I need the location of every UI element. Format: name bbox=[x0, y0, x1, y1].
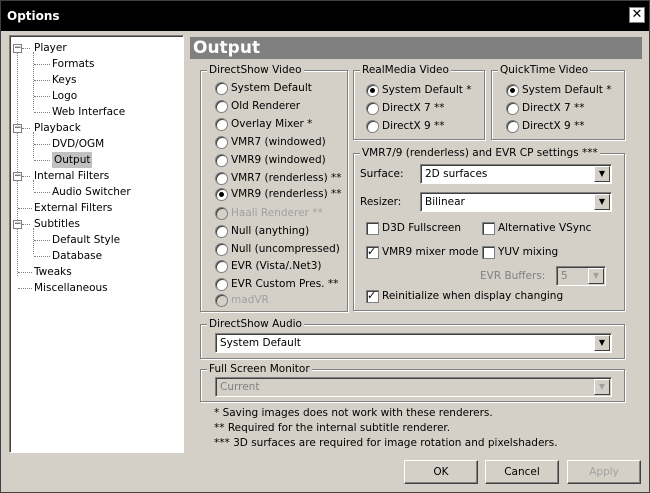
radio-evr[interactable]: EVR (Vista/.Net3) bbox=[213, 259, 322, 273]
radio-vmr7-renderless[interactable]: VMR7 (renderless) ** bbox=[213, 171, 342, 185]
alternative-vsync-checkbox[interactable]: Alternative VSync bbox=[480, 221, 591, 235]
fullscreen-monitor-group: Full Screen Monitor Current ▼ bbox=[200, 363, 625, 402]
resizer-value: Bilinear bbox=[425, 196, 465, 208]
tree-item-subtitles[interactable]: Subtitles bbox=[34, 216, 80, 232]
tree-item-playback[interactable]: Playback bbox=[34, 120, 81, 136]
radio-vmr9-renderless[interactable]: VMR9 (renderless) ** bbox=[213, 187, 342, 201]
vmr9-mixer-mode-checkbox[interactable]: VMR9 mixer mode bbox=[364, 245, 478, 259]
monitor-value: Current bbox=[220, 381, 260, 393]
realmedia-video-group: RealMedia Video System Default * DirectX… bbox=[353, 64, 485, 140]
surface-value: 2D surfaces bbox=[425, 168, 488, 180]
radio-madvr: madVR bbox=[213, 293, 269, 307]
radio-rm-directx7[interactable]: DirectX 7 ** bbox=[364, 101, 445, 115]
group-label: Full Screen Monitor bbox=[207, 363, 312, 375]
radio-overlay-mixer[interactable]: Overlay Mixer * bbox=[213, 117, 312, 131]
audio-renderer-dropdown[interactable]: System Default ▼ bbox=[215, 333, 612, 353]
radio-qt-directx7[interactable]: DirectX 7 ** bbox=[504, 101, 585, 115]
radio-old-renderer[interactable]: Old Renderer bbox=[213, 99, 300, 113]
surface-label: Surface: bbox=[360, 168, 404, 180]
tree-item-output[interactable]: Output bbox=[52, 152, 93, 168]
evr-buffers-label: EVR Buffers: bbox=[480, 270, 546, 282]
evr-buffers-dropdown: 5 ▼ bbox=[556, 266, 606, 286]
tree-item-audio-switcher[interactable]: Audio Switcher bbox=[52, 184, 131, 200]
tree-item-default-style[interactable]: Default Style bbox=[52, 232, 120, 248]
group-label: DirectShow Audio bbox=[207, 318, 304, 330]
collapse-icon[interactable]: − bbox=[13, 44, 22, 53]
ok-button[interactable]: OK bbox=[404, 460, 478, 484]
radio-haali-renderer: Haali Renderer ** bbox=[213, 206, 323, 220]
radio-qt-system-default[interactable]: System Default * bbox=[504, 83, 611, 97]
radio-null-anything[interactable]: Null (anything) bbox=[213, 224, 309, 238]
options-tree[interactable]: − Player Formats Keys Logo Web Interface… bbox=[9, 35, 184, 453]
collapse-icon[interactable]: − bbox=[13, 124, 22, 133]
reinitialize-checkbox[interactable]: Reinitialize when display changing bbox=[364, 289, 563, 303]
note-saving-images: * Saving images does not work with these… bbox=[214, 407, 493, 419]
tree-item-player[interactable]: Player bbox=[34, 40, 67, 56]
yuv-mixing-checkbox[interactable]: YUV mixing bbox=[480, 245, 558, 259]
d3d-fullscreen-checkbox[interactable]: D3D Fullscreen bbox=[364, 221, 461, 235]
tree-item-dvd-ogm[interactable]: DVD/OGM bbox=[52, 136, 104, 152]
collapse-icon[interactable]: − bbox=[13, 172, 22, 181]
resizer-dropdown[interactable]: Bilinear ▼ bbox=[420, 192, 612, 212]
audio-renderer-value: System Default bbox=[220, 337, 301, 349]
chevron-down-icon: ▼ bbox=[588, 268, 604, 284]
radio-vmr9-windowed[interactable]: VMR9 (windowed) bbox=[213, 153, 326, 167]
note-subtitle-renderer: ** Required for the internal subtitle re… bbox=[214, 422, 451, 434]
tree-item-logo[interactable]: Logo bbox=[52, 88, 77, 104]
note-3d-surfaces: *** 3D surfaces are required for image r… bbox=[214, 437, 558, 449]
quicktime-video-group: QuickTime Video System Default * DirectX… bbox=[491, 64, 625, 140]
resizer-label: Resizer: bbox=[360, 196, 402, 208]
evr-buffers-value: 5 bbox=[561, 270, 568, 282]
tree-item-web-interface[interactable]: Web Interface bbox=[52, 104, 125, 120]
radio-vmr7-windowed[interactable]: VMR7 (windowed) bbox=[213, 135, 326, 149]
monitor-dropdown: Current ▼ bbox=[215, 377, 612, 397]
apply-button: Apply bbox=[567, 460, 641, 484]
cancel-button[interactable]: Cancel bbox=[485, 460, 559, 484]
tree-item-external-filters[interactable]: External Filters bbox=[34, 200, 112, 216]
options-window: Options ✕ − Player Formats Keys Logo Web… bbox=[0, 0, 650, 493]
radio-rm-directx9[interactable]: DirectX 9 ** bbox=[364, 119, 445, 133]
group-label: RealMedia Video bbox=[360, 64, 451, 76]
group-label: VMR7/9 (renderless) and EVR CP settings … bbox=[360, 147, 600, 159]
tree-item-formats[interactable]: Formats bbox=[52, 56, 94, 72]
group-label: QuickTime Video bbox=[498, 64, 591, 76]
chevron-down-icon: ▼ bbox=[594, 194, 610, 210]
surface-dropdown[interactable]: 2D surfaces ▼ bbox=[420, 164, 612, 184]
page-title: Output bbox=[190, 37, 642, 59]
tree-item-internal-filters[interactable]: Internal Filters bbox=[34, 168, 109, 184]
tree-item-miscellaneous[interactable]: Miscellaneous bbox=[34, 280, 108, 296]
group-label: DirectShow Video bbox=[207, 64, 304, 76]
chevron-down-icon: ▼ bbox=[594, 379, 610, 395]
chevron-down-icon: ▼ bbox=[594, 166, 610, 182]
radio-qt-directx9[interactable]: DirectX 9 ** bbox=[504, 119, 585, 133]
radio-null-uncompressed[interactable]: Null (uncompressed) bbox=[213, 242, 340, 256]
collapse-icon[interactable]: − bbox=[13, 220, 22, 229]
close-icon[interactable]: ✕ bbox=[629, 7, 645, 23]
radio-rm-system-default[interactable]: System Default * bbox=[364, 83, 471, 97]
directshow-video-group: DirectShow Video System Default Old Rend… bbox=[200, 64, 348, 312]
radio-system-default[interactable]: System Default bbox=[213, 81, 312, 95]
window-title: Options bbox=[7, 9, 60, 23]
radio-evr-custom[interactable]: EVR Custom Pres. ** bbox=[213, 277, 338, 291]
tree-item-tweaks[interactable]: Tweaks bbox=[34, 264, 72, 280]
chevron-down-icon: ▼ bbox=[594, 335, 610, 351]
title-bar[interactable]: Options ✕ bbox=[1, 1, 649, 31]
tree-item-database[interactable]: Database bbox=[52, 248, 102, 264]
directshow-audio-group: DirectShow Audio System Default ▼ bbox=[200, 318, 625, 359]
vmr-settings-group: VMR7/9 (renderless) and EVR CP settings … bbox=[353, 147, 625, 311]
tree-item-keys[interactable]: Keys bbox=[52, 72, 77, 88]
